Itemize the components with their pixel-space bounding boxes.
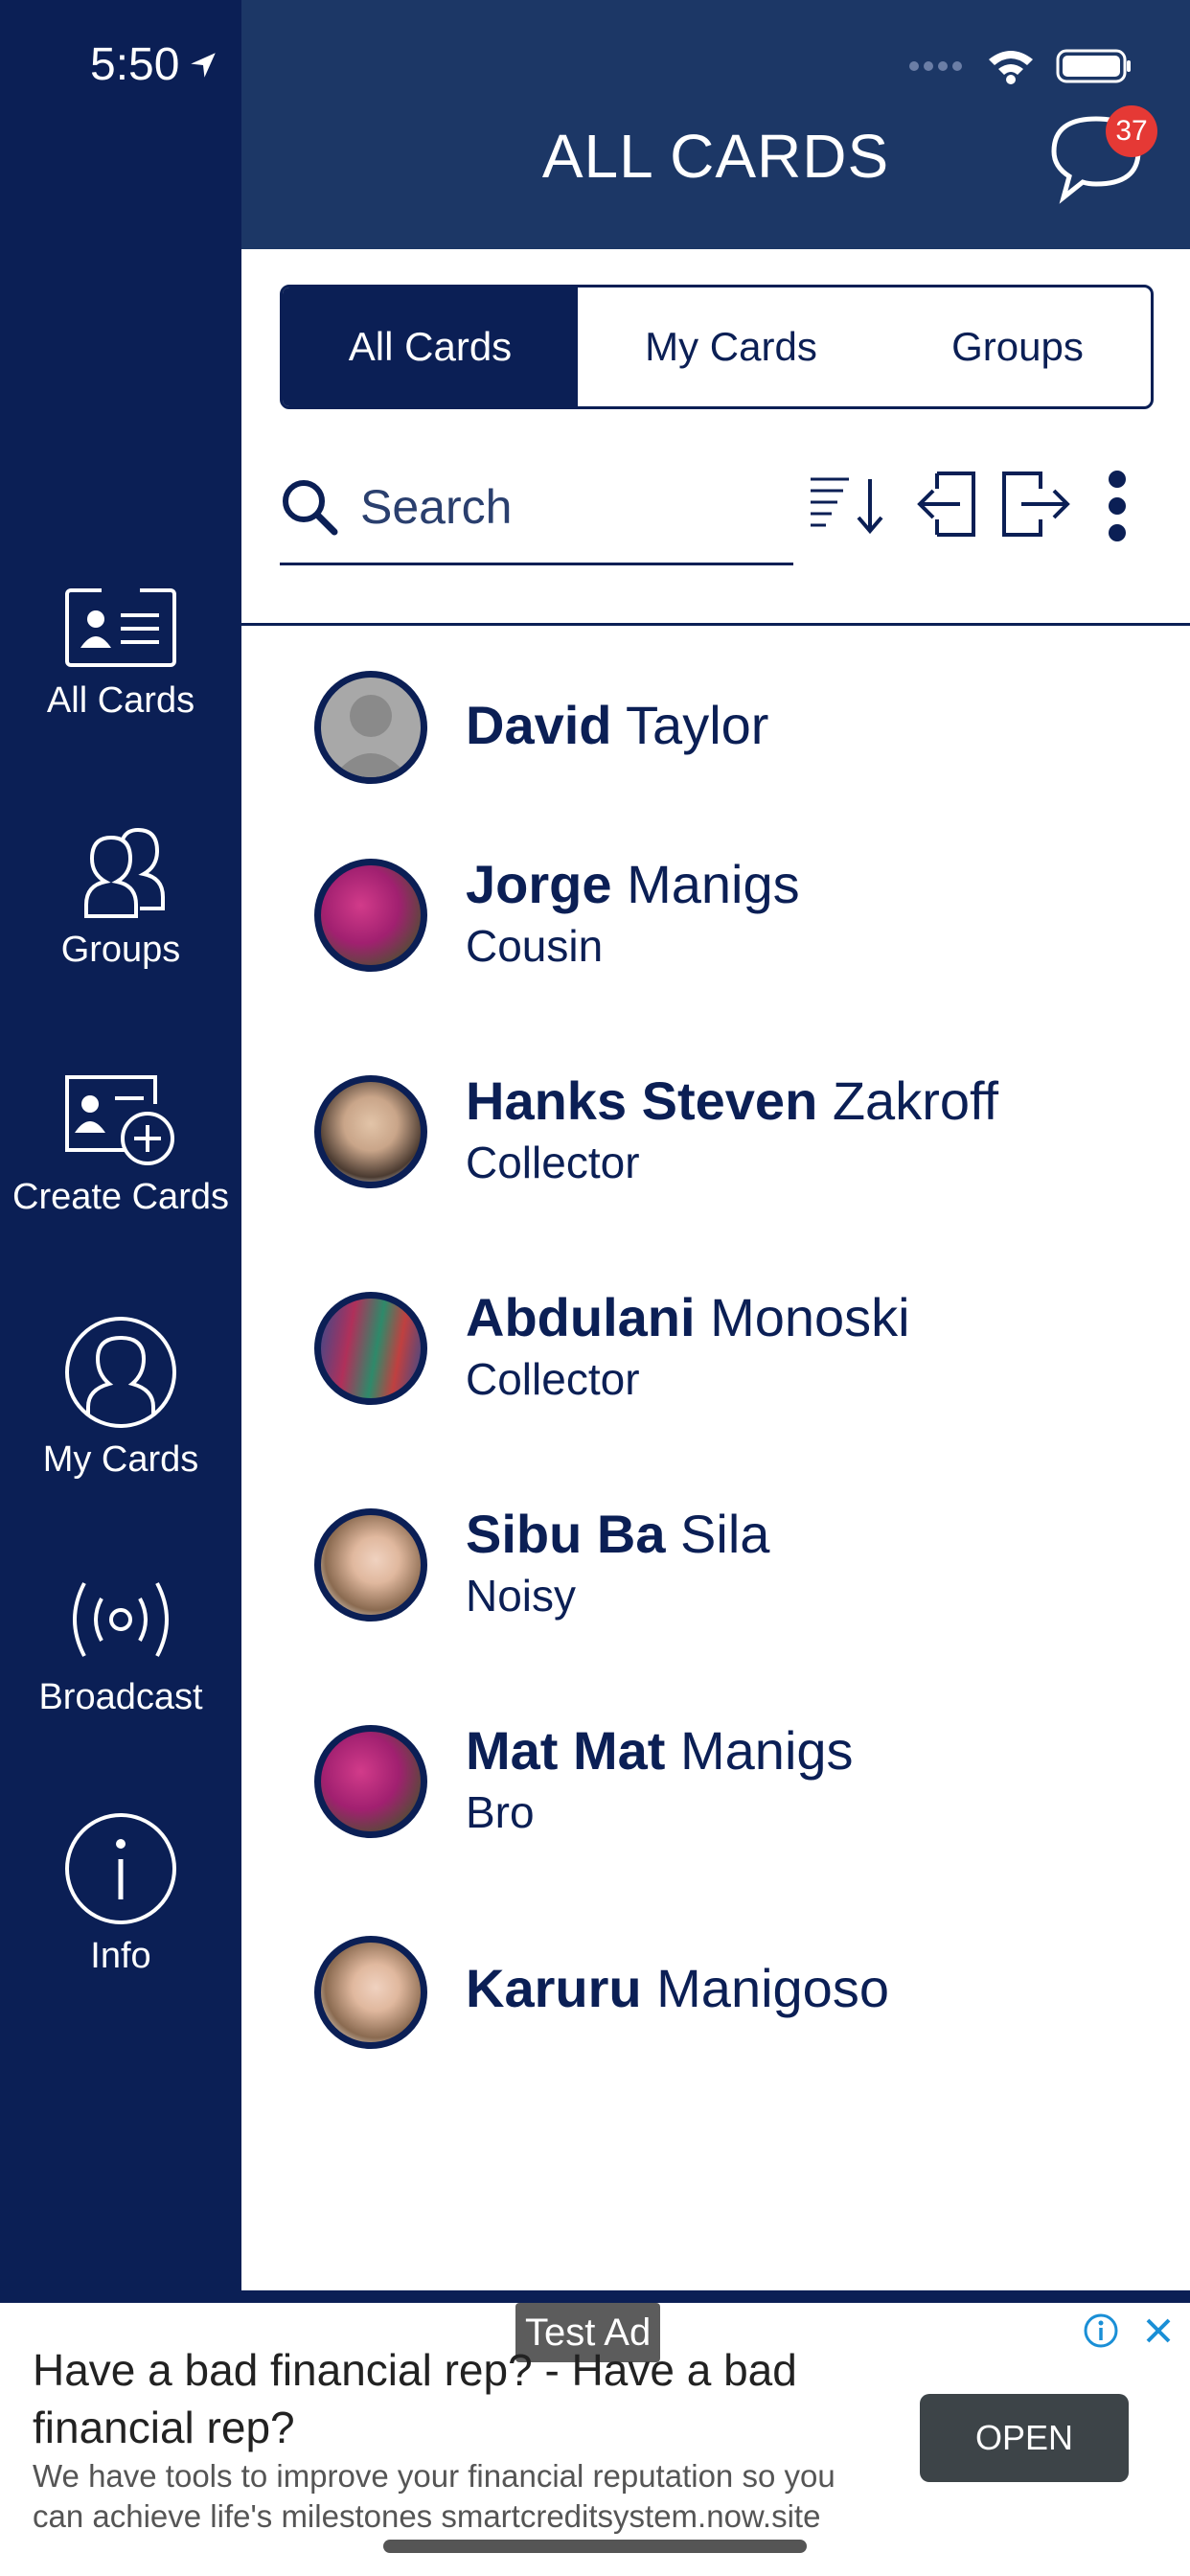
contact-name: Mat Mat Manigs [466, 1719, 854, 1782]
contact-last-name: Manigoso [656, 1958, 889, 2018]
contact-subtitle: Collector [466, 1138, 640, 1187]
ad-title: Have a bad financial rep? - Have a bad f… [33, 2345, 797, 2452]
sidebar-item-create-cards[interactable]: Create Cards [0, 1071, 241, 1218]
status-time: 5:50 [90, 38, 219, 91]
contact-name: Abdulani Monoski [466, 1286, 910, 1348]
ad-banner[interactable]: Test Ad Have a bad financial rep? - Have… [0, 2303, 1190, 2576]
ad-description: We have tools to improve your financial … [33, 2458, 835, 2534]
tab-groups[interactable]: Groups [884, 288, 1151, 406]
avatar [314, 1075, 427, 1188]
more-options-icon[interactable] [1106, 470, 1129, 542]
sidebar-item-label: Create Cards [12, 1177, 229, 1217]
contact-name: Karuru Manigoso [466, 1957, 889, 2019]
contact-first-name: Abdulani [466, 1287, 696, 1347]
contact-first-name: Sibu Ba [466, 1504, 666, 1564]
sidebar-item-label: Info [90, 1936, 151, 1976]
list-item[interactable]: David Taylor [241, 671, 1190, 824]
signal-icon [909, 61, 962, 71]
divider [241, 623, 1190, 626]
sidebar-item-all-cards[interactable]: All Cards [0, 585, 241, 722]
search-bar [280, 450, 793, 565]
avatar [314, 671, 427, 784]
sidebar: 5:50 All Cards Groups Create Cards My Ca… [0, 0, 241, 2290]
home-indicator[interactable] [383, 2540, 807, 2553]
default-person-icon [332, 695, 409, 777]
contact-subtitle: Noisy [466, 1571, 577, 1621]
sidebar-item-info[interactable]: Info [0, 1811, 241, 1977]
contact-first-name: Hanks Steven [466, 1070, 818, 1131]
export-icon[interactable] [998, 470, 1075, 539]
contact-name: David Taylor [466, 694, 768, 756]
wifi-icon [989, 51, 1033, 84]
group-icon [84, 827, 165, 918]
list-item[interactable]: Abdulani Monoski Collector [241, 1287, 1190, 1445]
header: ALL CARDS 37 [241, 0, 1190, 249]
contact-last-name: Zakroff [832, 1070, 999, 1131]
info-icon [65, 1813, 176, 1924]
import-icon[interactable] [908, 470, 979, 539]
sidebar-item-broadcast[interactable]: Broadcast [0, 1572, 241, 1718]
id-card-icon [65, 585, 176, 667]
search-icon [283, 479, 338, 535]
user-circle-icon [65, 1317, 176, 1428]
list-item[interactable]: Jorge Manigs Cousin [241, 854, 1190, 1012]
list-item[interactable]: Karuru Manigoso [241, 1936, 1190, 2089]
contact-name: Jorge Manigs [466, 853, 800, 915]
battery-icon [1056, 49, 1131, 83]
close-icon[interactable] [1140, 2312, 1177, 2349]
sidebar-item-label: Broadcast [38, 1677, 203, 1717]
list-item[interactable]: Mat Mat Manigs Bro [241, 1720, 1190, 1878]
sidebar-item-groups[interactable]: Groups [0, 824, 241, 971]
contact-name: Sibu Ba Sila [466, 1503, 769, 1565]
sidebar-item-my-cards[interactable]: My Cards [0, 1315, 241, 1481]
contact-last-name: Taylor [626, 695, 769, 755]
sidebar-item-label: All Cards [46, 680, 195, 721]
sidebar-item-label: Groups [60, 930, 181, 970]
avatar [314, 1292, 427, 1405]
contact-first-name: Karuru [466, 1958, 642, 2018]
status-icons [908, 48, 1133, 84]
contact-last-name: Monoski [710, 1287, 910, 1347]
ad-info-icon[interactable] [1083, 2312, 1119, 2349]
sidebar-item-label: My Cards [42, 1439, 199, 1480]
main-content: All Cards My Cards Groups Search David T… [241, 249, 1190, 2290]
message-count-badge: 37 [1106, 105, 1157, 157]
contact-last-name: Manigs [680, 1720, 854, 1781]
list-item[interactable]: Sibu Ba Sila Noisy [241, 1504, 1190, 1662]
contact-first-name: Jorge [466, 854, 612, 914]
contact-last-name: Manigs [627, 854, 800, 914]
tab-all-cards[interactable]: All Cards [283, 288, 578, 406]
messages-button[interactable]: 37 [1046, 105, 1157, 211]
ad-open-button[interactable]: OPEN [920, 2394, 1129, 2482]
avatar [314, 859, 427, 972]
search-input[interactable] [360, 478, 744, 535]
contact-subtitle: Collector [466, 1354, 640, 1404]
contact-last-name: Sila [680, 1504, 770, 1564]
broadcast-icon [73, 1582, 169, 1657]
contact-subtitle: Cousin [466, 921, 604, 971]
contact-subtitle: Bro [466, 1787, 535, 1837]
status-time-text: 5:50 [90, 39, 180, 90]
search-toolbar [280, 450, 1154, 565]
avatar [314, 1936, 427, 2049]
location-arrow-icon [191, 52, 217, 78]
contact-name: Hanks Steven Zakroff [466, 1070, 998, 1132]
create-card-icon [65, 1075, 174, 1165]
contact-first-name: David [466, 695, 612, 755]
list-item[interactable]: Hanks Steven Zakroff Collector [241, 1070, 1190, 1229]
sort-icon[interactable] [807, 470, 887, 537]
tab-bar: All Cards My Cards Groups [280, 285, 1154, 409]
avatar [314, 1725, 427, 1838]
contact-first-name: Mat Mat [466, 1720, 666, 1781]
tab-my-cards[interactable]: My Cards [578, 288, 884, 406]
avatar [314, 1508, 427, 1622]
